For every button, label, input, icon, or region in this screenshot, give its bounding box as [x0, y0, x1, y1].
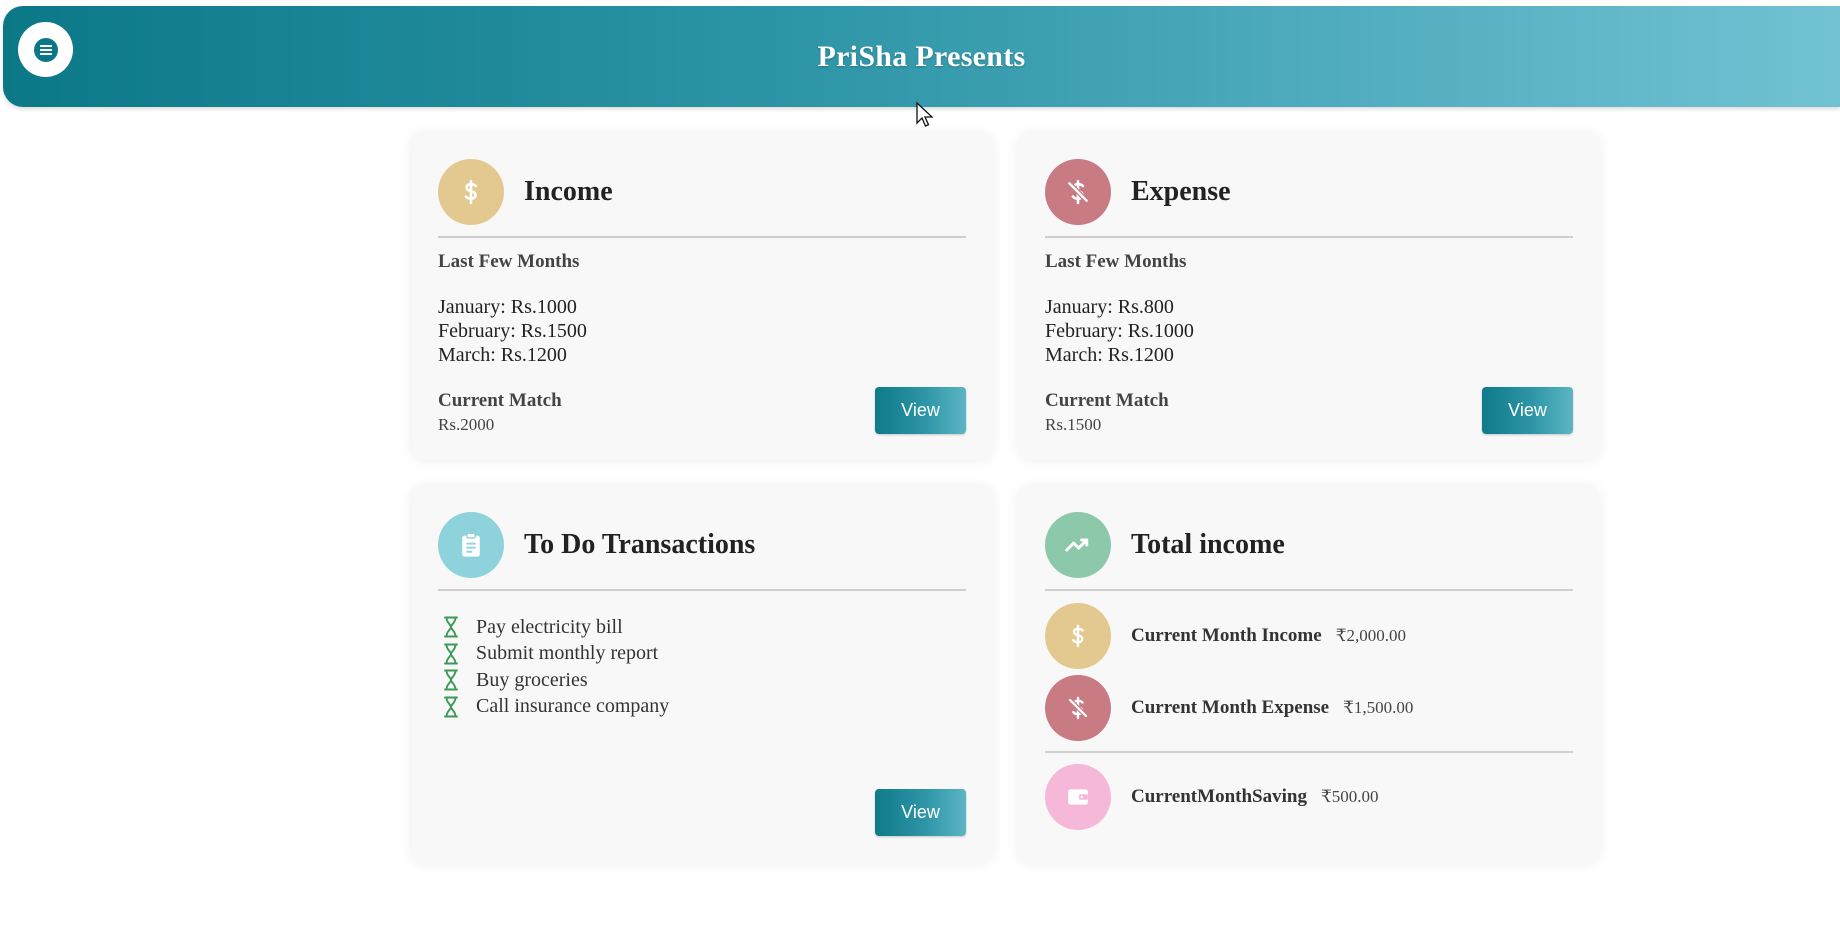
expense-card-header: Expense [1045, 159, 1573, 225]
todo-item-label: Buy groceries [476, 668, 588, 691]
todo-item[interactable]: Buy groceries [442, 667, 669, 694]
stat-amount: ₹2,000.00 [1335, 626, 1407, 645]
clipboard-icon [462, 532, 480, 557]
expense-view-button[interactable]: View [1482, 387, 1573, 434]
todo-title: To Do Transactions [524, 529, 756, 560]
current-month-expense-row: Current Month Expense ₹1,500.00 [1045, 675, 1413, 741]
current-month-saving-row: CurrentMonthSaving ₹500.00 [1045, 764, 1379, 830]
income-subtitle: Last Few Months [438, 251, 580, 272]
income-card-header: Income [438, 159, 966, 225]
expense-current-value: Rs.1500 [1045, 415, 1102, 434]
todo-item[interactable]: Call insurance company [442, 694, 669, 721]
todo-card-header: To Do Transactions [438, 512, 966, 578]
stat-label: Current Month Income [1131, 625, 1322, 646]
todo-item[interactable]: Pay electricity bill [442, 614, 669, 641]
total-icon-badge [1045, 512, 1111, 578]
trending-up-icon [1065, 538, 1089, 552]
income-month-list: January: Rs.1000 February: Rs.1500 March… [438, 295, 587, 367]
expense-stat-badge [1045, 675, 1111, 741]
expense-icon-badge [1045, 159, 1111, 225]
expense-month-list: January: Rs.800 February: Rs.1000 March:… [1045, 295, 1194, 367]
saving-stat-badge [1045, 764, 1111, 830]
stat-label: Current Month Expense [1131, 697, 1330, 718]
expense-current-label: Current Match [1045, 390, 1169, 411]
todo-item-label: Pay electricity bill [476, 615, 623, 638]
page-title: PriSha Presents [817, 40, 1026, 73]
income-card: Income Last Few Months January: Rs.1000 … [411, 133, 993, 461]
hourglass-icon [442, 643, 460, 665]
expense-subtitle: Last Few Months [1045, 251, 1187, 272]
expense-card: Expense Last Few Months January: Rs.800 … [1018, 133, 1600, 461]
hourglass-icon [442, 696, 460, 718]
income-title: Income [524, 176, 613, 207]
income-current-label: Current Match [438, 390, 562, 411]
todo-item[interactable]: Submit monthly report [442, 641, 669, 668]
divider [1045, 751, 1573, 753]
income-month-item: February: Rs.1500 [438, 320, 587, 342]
todo-item-label: Submit monthly report [476, 642, 659, 665]
current-month-income-row: Current Month Income ₹2,000.00 [1045, 603, 1406, 669]
stat-label: CurrentMonthSaving [1131, 786, 1307, 807]
expense-title: Expense [1131, 176, 1231, 207]
dollar-off-icon [1067, 696, 1089, 720]
income-current-value: Rs.2000 [438, 415, 495, 434]
divider [1045, 236, 1573, 238]
mouse-cursor-icon [916, 102, 934, 127]
todo-icon-badge [438, 512, 504, 578]
dollar-icon [1072, 624, 1084, 648]
expense-month-item: March: Rs.1200 [1045, 344, 1174, 366]
expense-month-item: January: Rs.800 [1045, 296, 1174, 318]
income-view-button[interactable]: View [875, 387, 966, 434]
stat-amount: ₹1,500.00 [1343, 698, 1414, 717]
total-card-header: Total income [1045, 512, 1573, 578]
total-income-card: Total income Current Month Income ₹2,000… [1018, 486, 1600, 864]
app-header: PriSha Presents [3, 6, 1840, 107]
divider [438, 589, 966, 591]
todo-card: To Do Transactions Pay electricity bill … [411, 486, 993, 864]
income-stat-badge [1045, 603, 1111, 669]
dollar-icon [464, 179, 478, 205]
hourglass-icon [442, 669, 460, 691]
todo-list: Pay electricity bill Submit monthly repo… [442, 614, 669, 720]
income-icon-badge [438, 159, 504, 225]
dollar-off-icon [1066, 179, 1090, 205]
divider [1045, 589, 1573, 591]
income-month-item: March: Rs.1200 [438, 344, 567, 366]
stat-amount: ₹500.00 [1320, 787, 1379, 806]
wallet-icon [1068, 789, 1088, 805]
expense-month-item: February: Rs.1000 [1045, 320, 1194, 342]
income-month-item: January: Rs.1000 [438, 296, 577, 318]
hourglass-icon [442, 616, 460, 638]
divider [438, 236, 966, 238]
todo-view-button[interactable]: View [875, 789, 966, 836]
todo-item-label: Call insurance company [476, 695, 670, 718]
total-title: Total income [1131, 529, 1285, 560]
